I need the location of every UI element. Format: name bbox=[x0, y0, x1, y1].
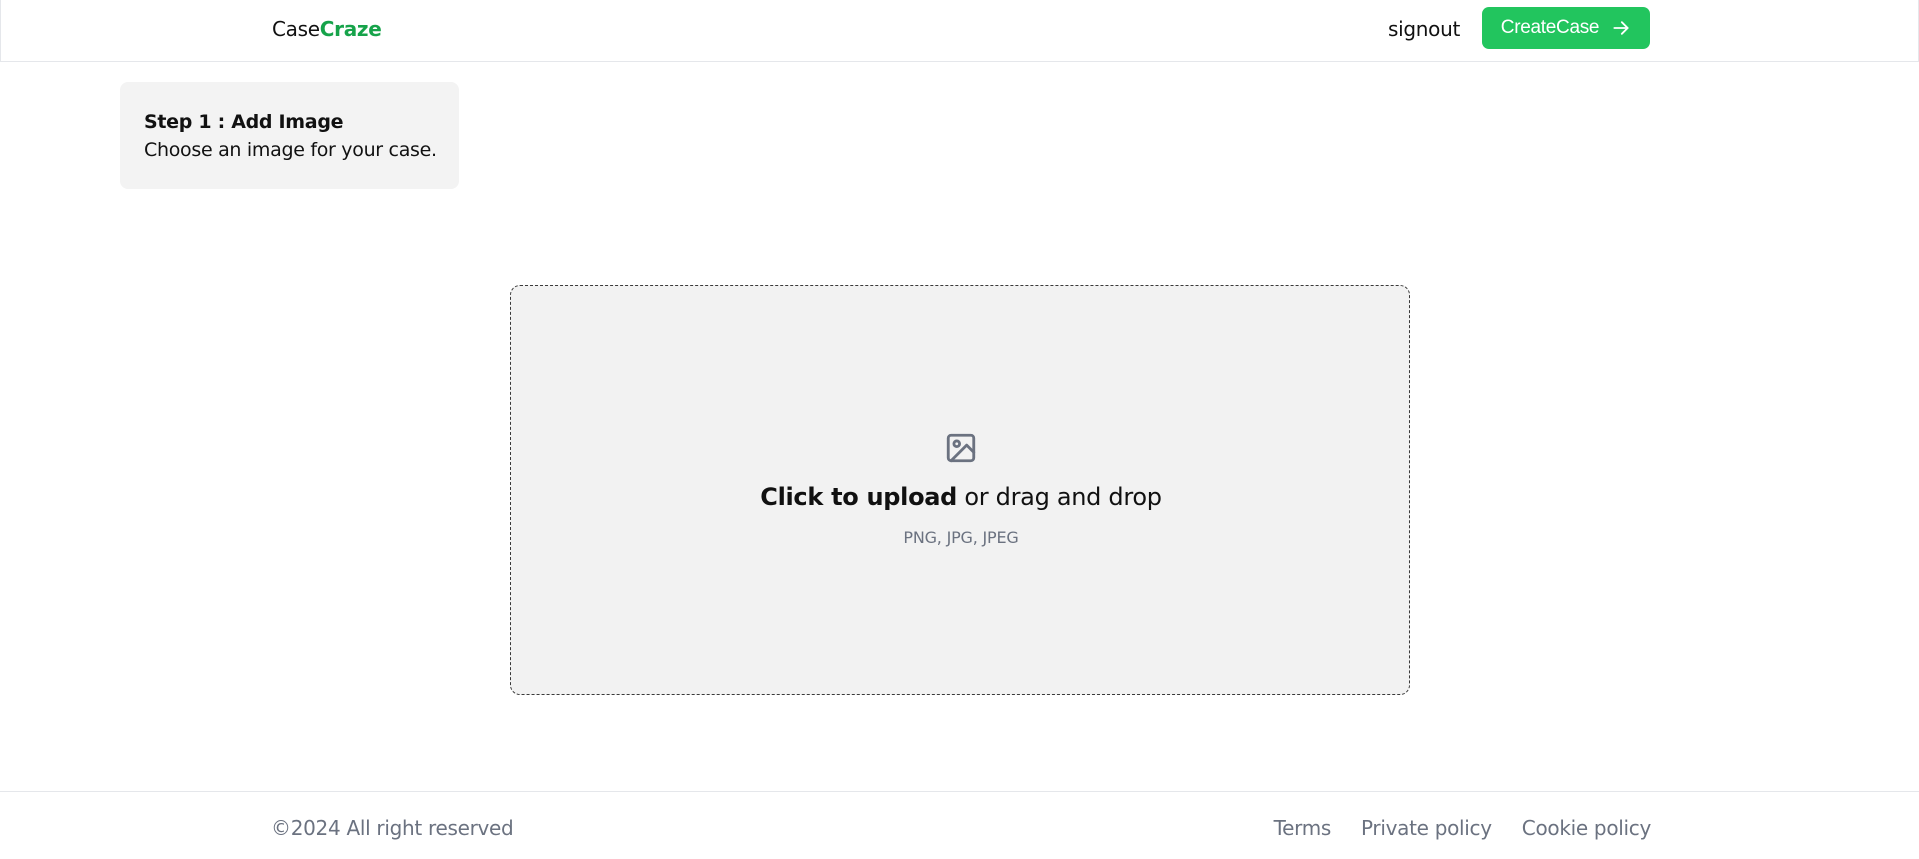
drag-and-drop-text: or drag and drop bbox=[957, 483, 1162, 511]
signout-link[interactable]: signout bbox=[1388, 17, 1460, 41]
footer-links: Terms Private policy Cookie policy bbox=[1274, 815, 1652, 841]
accepted-formats: PNG, JPG, JPEG bbox=[903, 528, 1019, 547]
footer: ©2024 All right reserved Terms Private p… bbox=[0, 791, 1919, 859]
create-case-button[interactable]: CreateCase bbox=[1482, 7, 1650, 49]
privacy-policy-link[interactable]: Private policy bbox=[1361, 815, 1492, 841]
logo-link[interactable]: CaseCraze bbox=[272, 17, 382, 41]
upload-instruction: Click to upload or drag and drop bbox=[511, 482, 1411, 512]
image-dropzone[interactable]: Click to upload or drag and drop PNG, JP… bbox=[510, 285, 1410, 695]
page: CaseCraze signout CreateCase Step 1 : Ad… bbox=[0, 0, 1919, 859]
step-description: Choose an image for your case. bbox=[144, 139, 437, 161]
cookie-policy-link[interactable]: Cookie policy bbox=[1522, 815, 1652, 841]
step-card: Step 1 : Add Image Choose an image for y… bbox=[120, 82, 459, 189]
logo-accent: Craze bbox=[319, 17, 382, 41]
step-title: Step 1 : Add Image bbox=[144, 111, 344, 133]
click-to-upload-text[interactable]: Click to upload bbox=[760, 483, 957, 511]
terms-link[interactable]: Terms bbox=[1274, 815, 1332, 841]
copyright-text: ©2024 All right reserved bbox=[271, 816, 514, 840]
image-icon bbox=[946, 433, 976, 463]
arrow-right-icon bbox=[1613, 21, 1629, 35]
top-navbar: CaseCraze signout CreateCase bbox=[0, 0, 1919, 62]
create-case-label: CreateCase bbox=[1500, 17, 1600, 38]
logo-prefix: Case bbox=[272, 17, 320, 41]
